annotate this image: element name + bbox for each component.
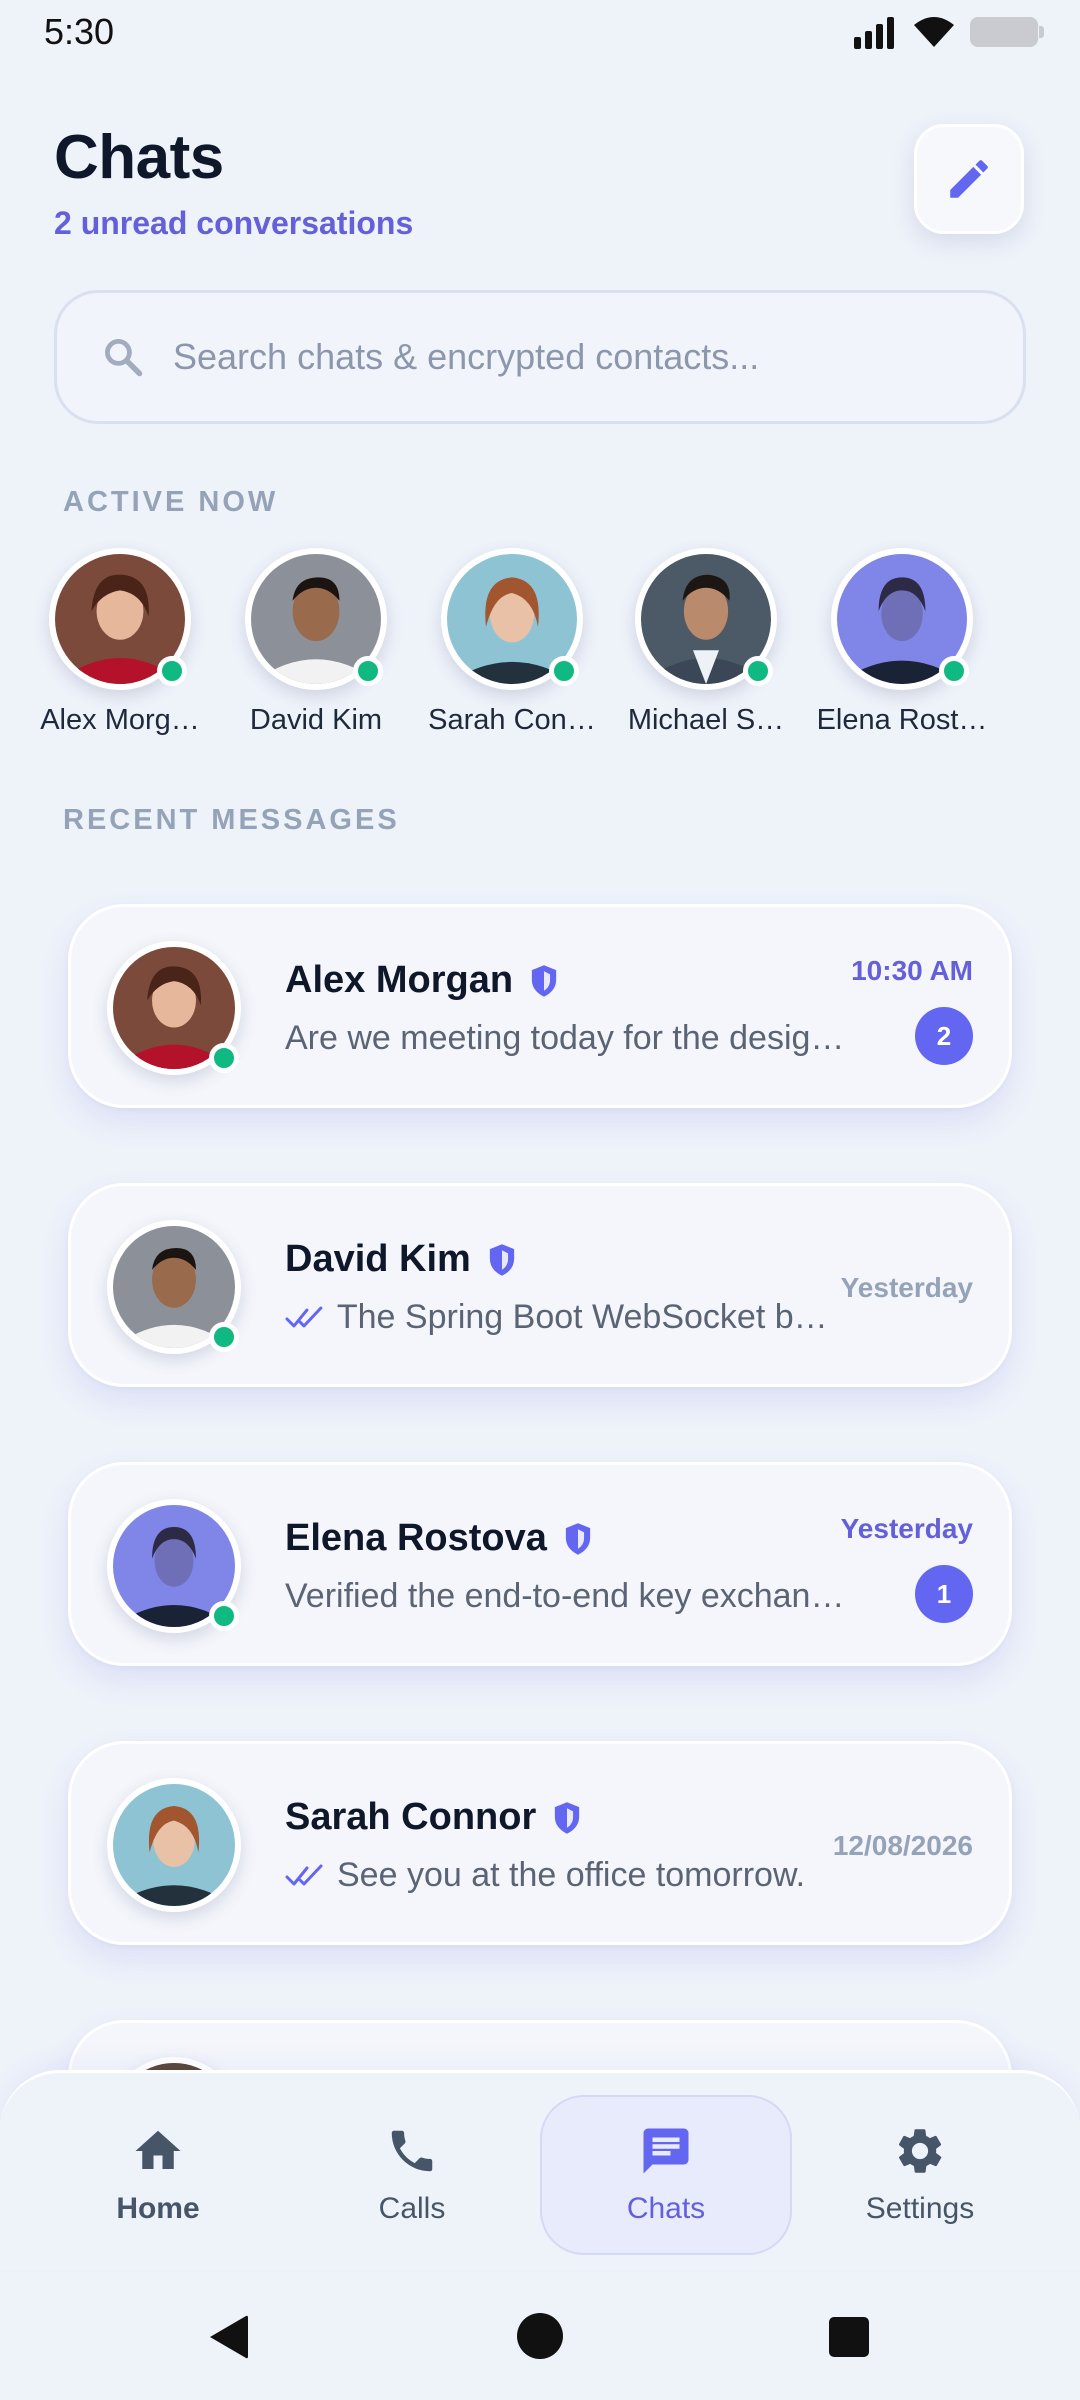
chat-item[interactable]: Alex Morgan Are we meeting today for the… xyxy=(68,904,1012,1108)
verified-shield-icon xyxy=(565,1522,591,1555)
verified-shield-icon xyxy=(555,1801,580,1834)
chat-time: Yesterday xyxy=(840,1272,973,1303)
chat-time: Yesterday xyxy=(840,1513,973,1544)
verified-shield-icon xyxy=(531,964,557,997)
online-indicator xyxy=(209,1322,239,1352)
chat-preview-text: Verified the end-to-end key exchan… xyxy=(285,1577,845,1615)
back-icon[interactable] xyxy=(204,2312,252,2362)
nav-home[interactable]: Home xyxy=(32,2095,284,2255)
signal-icon xyxy=(854,17,894,49)
chat-name: Sarah Connor xyxy=(285,1796,537,1838)
active-contact-name: Elena Rost… xyxy=(816,704,988,736)
header: Chats 2 unread conversations xyxy=(54,122,413,242)
status-bar: 5:30 xyxy=(0,0,1080,64)
compose-button[interactable] xyxy=(914,124,1024,234)
pencil-icon xyxy=(950,160,988,198)
chat-item[interactable]: David Kim The Spring Boot WebSocket ba… … xyxy=(68,1183,1012,1387)
active-contact[interactable]: David Kim xyxy=(216,548,416,737)
chat-name: David Kim xyxy=(285,1238,471,1280)
search-input[interactable] xyxy=(173,336,993,378)
chat-preview: Are we meeting today for the desig… xyxy=(285,1019,845,1058)
active-contact[interactable]: Elena Rost… xyxy=(802,548,1002,737)
online-indicator xyxy=(743,656,773,686)
active-contact-name: Michael S… xyxy=(627,704,785,736)
active-contact-name: Alex Morg… xyxy=(40,704,200,736)
nav-label: Calls xyxy=(378,2192,446,2225)
unread-subtitle: 2 unread conversations xyxy=(54,205,414,241)
chat-item[interactable]: Sarah Connor See you at the office tomor… xyxy=(68,1741,1012,1945)
chat-preview-text: See you at the office tomorrow. xyxy=(337,1856,806,1894)
search-bar[interactable] xyxy=(54,290,1026,424)
status-icons xyxy=(854,15,1044,49)
chat-item[interactable]: Elena Rostova Verified the end-to-end ke… xyxy=(68,1462,1012,1666)
double-check-icon xyxy=(285,1306,323,1327)
chat-icon xyxy=(643,2128,689,2174)
wifi-icon xyxy=(914,17,954,47)
active-contact-name: Sarah Con… xyxy=(428,704,596,736)
chat-preview-text: Are we meeting today for the desig… xyxy=(285,1019,845,1057)
chat-name: Elena Rostova xyxy=(285,1517,547,1559)
chat-time: 12/08/2026 xyxy=(832,1830,973,1861)
chat-name: Alex Morgan xyxy=(285,959,514,1001)
verified-shield-icon xyxy=(489,1243,514,1276)
online-indicator xyxy=(209,1043,239,1073)
nav-settings[interactable]: Settings xyxy=(794,2095,1046,2255)
nav-label: Settings xyxy=(865,2192,975,2225)
chat-preview: Verified the end-to-end key exchan… xyxy=(285,1577,845,1616)
active-contact[interactable]: Michael S… xyxy=(606,548,806,737)
gear-icon xyxy=(899,2129,942,2173)
active-contact-name: David Kim xyxy=(249,704,383,736)
active-contact[interactable]: Sarah Con… xyxy=(412,548,612,737)
status-time: 5:30 xyxy=(44,11,115,52)
online-indicator xyxy=(549,656,579,686)
battery-icon xyxy=(970,17,1044,47)
online-indicator xyxy=(353,656,383,686)
unread-badge: 1 xyxy=(915,1565,973,1623)
home-circle-icon[interactable] xyxy=(516,2312,564,2360)
nav-label: Chats xyxy=(626,2192,706,2225)
nav-chats[interactable]: Chats xyxy=(540,2095,792,2255)
page-title: Chats xyxy=(54,123,224,192)
home-icon xyxy=(135,2130,181,2169)
double-check-icon xyxy=(285,1864,323,1885)
active-contacts-row: Alex Morg… David Kim Sarah Con… Michael … xyxy=(0,548,1080,758)
online-indicator xyxy=(157,656,187,686)
nav-label: Home xyxy=(116,2192,200,2225)
recents-square-icon[interactable] xyxy=(828,2316,870,2358)
online-indicator xyxy=(939,656,969,686)
active-contact[interactable]: Alex Morg… xyxy=(20,548,220,737)
chat-time: 10:30 AM xyxy=(851,955,973,986)
active-now-label: ACTIVE NOW xyxy=(63,486,279,518)
unread-badge: 2 xyxy=(915,1007,973,1065)
recent-messages-label: RECENT MESSAGES xyxy=(63,804,400,836)
nav-calls[interactable]: Calls xyxy=(286,2095,538,2255)
avatar xyxy=(113,1784,235,1906)
search-icon xyxy=(105,339,143,377)
chat-preview: See you at the office tomorrow. xyxy=(285,1856,845,1895)
bottom-navigation: Home Calls Chats Settings xyxy=(0,2070,1080,2270)
chat-preview-text: The Spring Boot WebSocket ba… xyxy=(336,1298,845,1336)
online-indicator xyxy=(209,1601,239,1631)
phone-icon xyxy=(391,2130,433,2172)
system-navigation xyxy=(0,2272,1080,2400)
chat-preview: The Spring Boot WebSocket ba… xyxy=(285,1298,845,1337)
